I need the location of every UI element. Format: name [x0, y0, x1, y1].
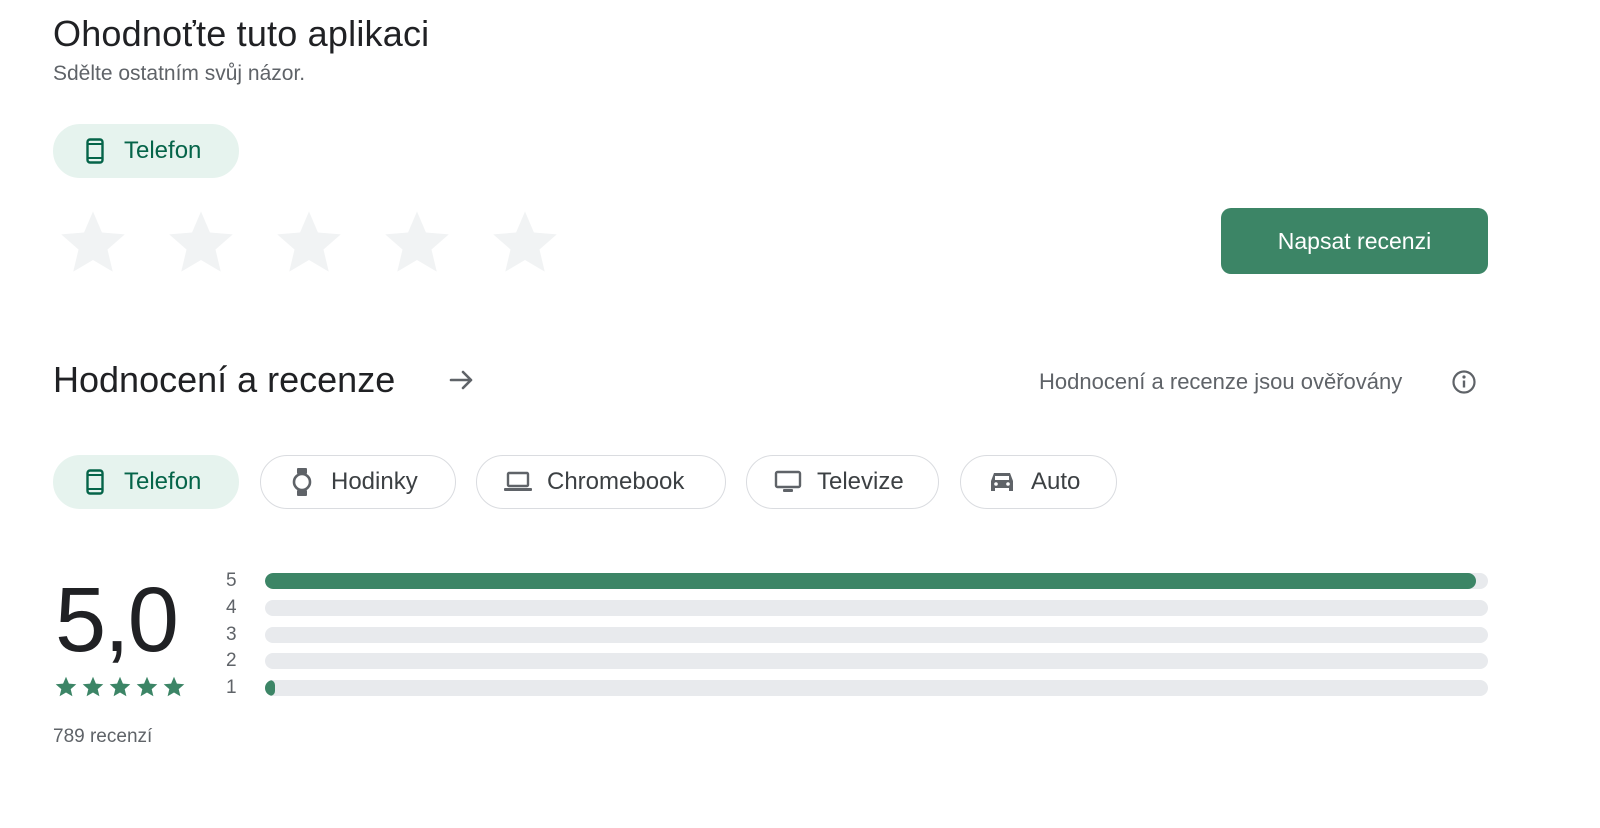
- star-icon: [54, 675, 78, 699]
- star-icon: [162, 675, 186, 699]
- rating-star-1[interactable]: [56, 206, 130, 280]
- rating-star-3[interactable]: [272, 206, 346, 280]
- average-rating: 5,0: [55, 569, 179, 671]
- laptop-icon: [503, 467, 533, 497]
- rating-star-5[interactable]: [488, 206, 562, 280]
- histogram-row: 4: [226, 596, 1488, 618]
- phone-icon: [80, 136, 110, 166]
- rate-device-chip-label: Telefon: [124, 137, 202, 164]
- star-icon: [81, 675, 105, 699]
- histogram-label: 4: [226, 596, 237, 618]
- tab-label: Hodinky: [331, 468, 418, 495]
- histogram-label: 5: [226, 570, 237, 591]
- info-icon[interactable]: [1451, 369, 1477, 395]
- histogram-bar: [265, 680, 275, 697]
- tab-auto[interactable]: Auto: [960, 455, 1117, 509]
- average-stars: [54, 675, 186, 699]
- tv-icon: [773, 467, 803, 497]
- arrow-right-icon[interactable]: [446, 364, 478, 396]
- histogram-bar: [265, 573, 1476, 589]
- rate-app-title: Ohodnoťte tuto aplikaci: [53, 13, 430, 54]
- verified-reviews-text: Hodnocení a recenze jsou ověřovány: [1039, 369, 1403, 394]
- review-count: 789 recenzí: [53, 726, 153, 747]
- rating-star-2[interactable]: [164, 206, 238, 280]
- histogram-label: 2: [226, 650, 237, 672]
- histogram-label: 3: [226, 623, 237, 645]
- phone-icon: [80, 467, 110, 497]
- ratings-section-title[interactable]: Hodnocení a recenze: [53, 358, 395, 402]
- histogram-track: [265, 573, 1488, 589]
- tab-label: Telefon: [124, 468, 202, 495]
- tab-televize[interactable]: Televize: [746, 455, 939, 509]
- histogram-track: [265, 599, 1488, 616]
- star-icon: [108, 675, 132, 699]
- watch-icon: [287, 467, 317, 497]
- histogram-row: 2: [226, 650, 1488, 672]
- tab-label: Auto: [1031, 468, 1081, 495]
- histogram-row: 5: [226, 570, 1488, 591]
- tab-label: Televize: [817, 468, 904, 495]
- tab-chromebook[interactable]: Chromebook: [476, 455, 726, 509]
- rate-app-subtitle: Sdělte ostatním svůj názor.: [53, 62, 306, 85]
- star-icon: [135, 675, 159, 699]
- histogram-track: [265, 626, 1488, 643]
- histogram-track: [265, 680, 1488, 697]
- car-icon: [987, 467, 1017, 497]
- tab-telefon[interactable]: Telefon: [53, 455, 239, 509]
- histogram-label: 1: [226, 677, 237, 699]
- histogram-row: 1: [226, 677, 1488, 699]
- tab-hodinky[interactable]: Hodinky: [260, 455, 456, 509]
- tab-label: Chromebook: [547, 468, 685, 495]
- write-review-button[interactable]: Napsat recenzi: [1221, 208, 1488, 274]
- rate-device-chip[interactable]: Telefon: [53, 124, 239, 178]
- histogram-track: [265, 653, 1488, 670]
- histogram-row: 3: [226, 623, 1488, 645]
- rating-star-4[interactable]: [380, 206, 454, 280]
